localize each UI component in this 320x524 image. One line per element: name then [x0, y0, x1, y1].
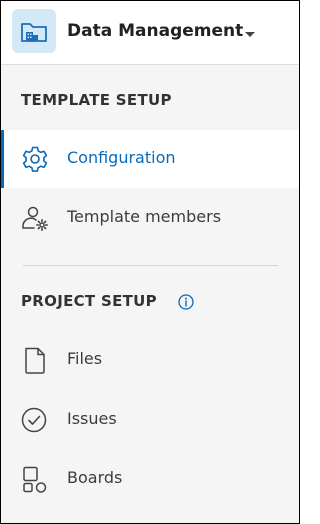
nav-label-issues: Issues [67, 409, 117, 428]
navigation-panel: Data Management TEMPLATE SETUP Configura… [0, 0, 300, 524]
nav-label-template-members: Template members [67, 207, 222, 226]
nav-item-boards[interactable]: Boards [1, 450, 299, 508]
app-title[interactable]: Data Management [67, 21, 243, 41]
nav-item-files[interactable]: Files [1, 331, 299, 389]
folder-building-icon[interactable] [12, 9, 56, 53]
nav-item-template-members[interactable]: Template members [1, 189, 299, 247]
user-gear-icon [19, 202, 51, 234]
nav-item-configuration[interactable]: Configuration [1, 130, 299, 188]
info-icon[interactable] [177, 293, 195, 311]
caret-down-icon[interactable] [239, 23, 261, 45]
file-icon [19, 344, 51, 376]
nav-label-configuration: Configuration [67, 148, 176, 167]
gear-icon [19, 143, 51, 175]
nav-label-files: Files [67, 349, 103, 368]
section-divider [23, 265, 278, 266]
boards-icon [19, 463, 51, 495]
app-header: Data Management [1, 1, 299, 65]
section-heading-project-setup: PROJECT SETUP [21, 292, 157, 310]
check-circle-icon [19, 404, 51, 436]
nav-label-boards: Boards [67, 468, 123, 487]
section-heading-template-setup: TEMPLATE SETUP [21, 91, 172, 109]
nav-item-issues[interactable]: Issues [1, 391, 299, 449]
